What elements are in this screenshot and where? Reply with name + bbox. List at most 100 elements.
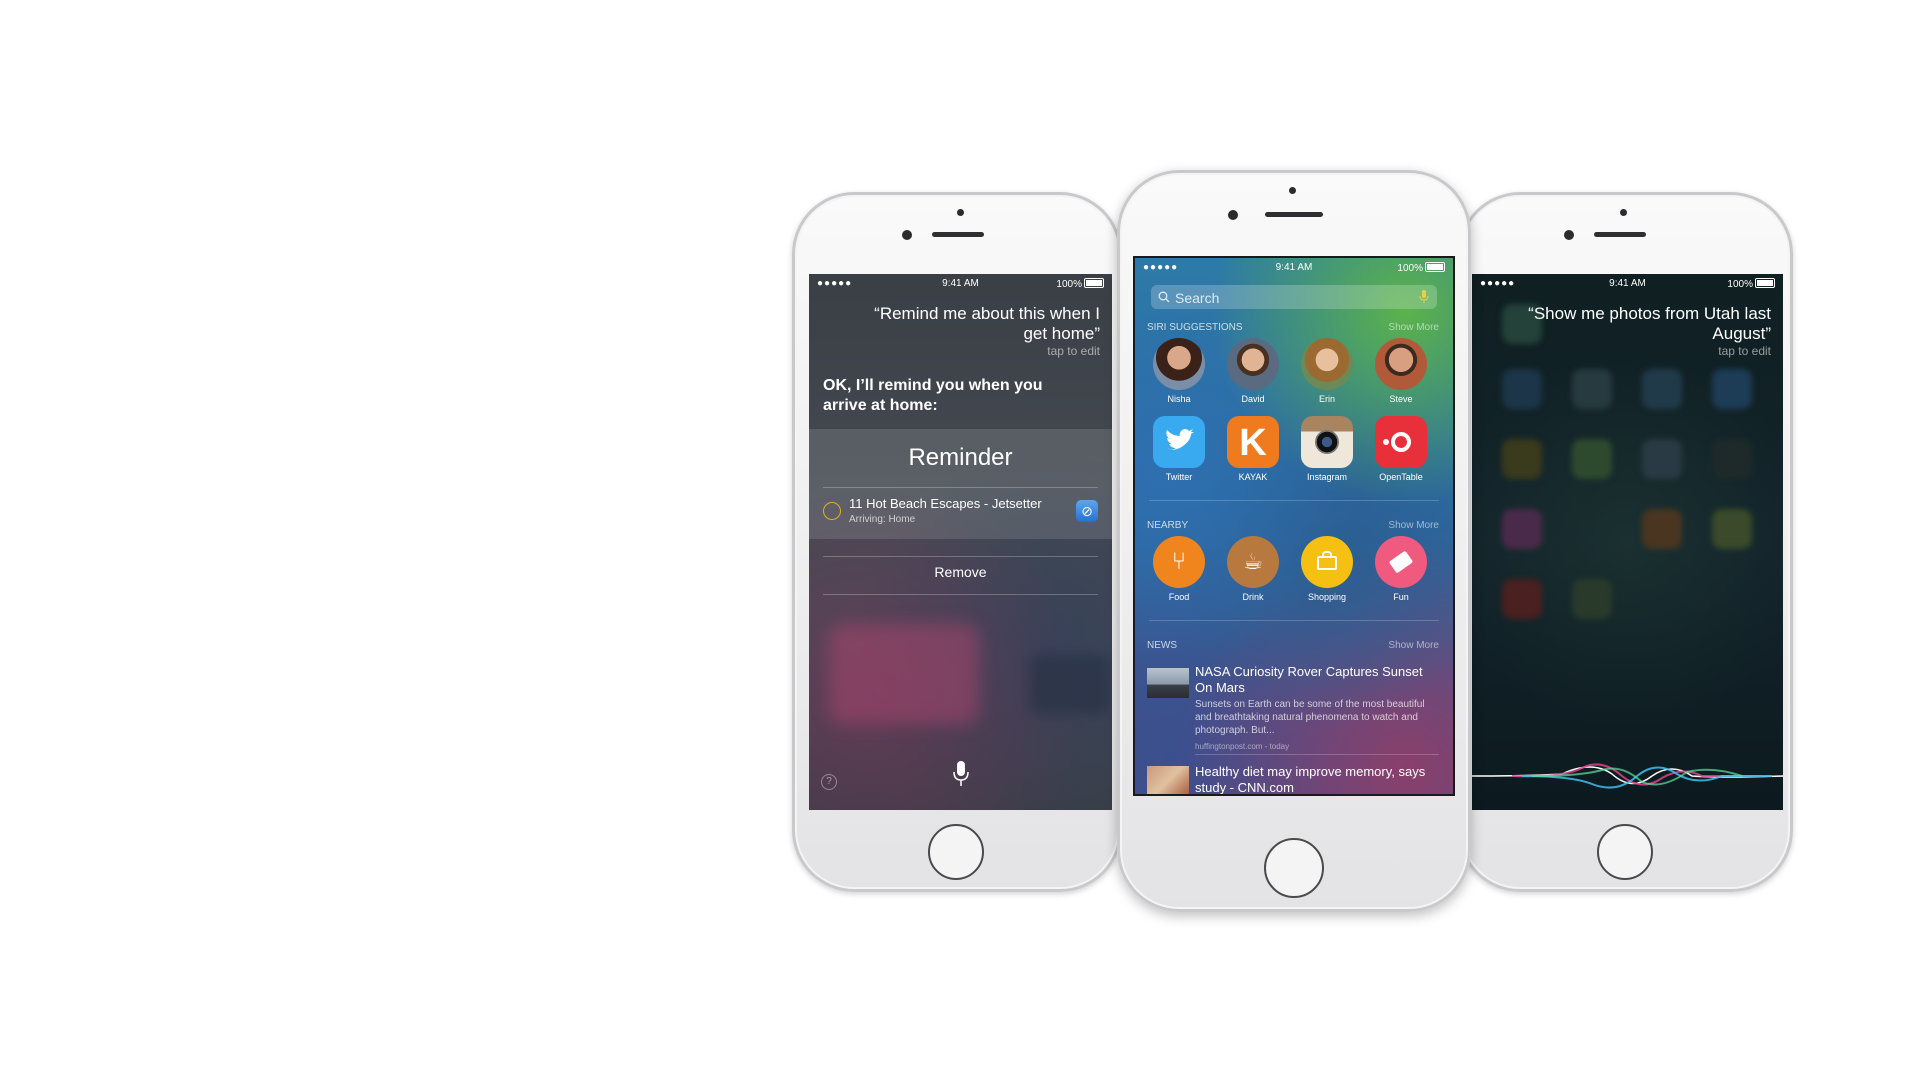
home-button[interactable] xyxy=(928,824,984,880)
news-header: NEWS xyxy=(1147,640,1177,651)
proximity-sensor-icon xyxy=(1289,187,1296,194)
blurred-app-icon xyxy=(1642,439,1682,479)
earpiece-speaker xyxy=(1594,232,1646,237)
earpiece-speaker xyxy=(932,232,984,237)
app-label: KAYAK xyxy=(1238,472,1268,482)
battery-icon xyxy=(1084,278,1104,288)
status-bar: ●●●●● 9:41 AM 100% xyxy=(809,274,1112,294)
app-label: OpenTable xyxy=(1379,472,1423,482)
app-label: Instagram xyxy=(1306,472,1348,482)
search-icon xyxy=(1158,291,1170,303)
contact-name: Erin xyxy=(1318,394,1335,404)
contact-name: David xyxy=(1241,394,1265,404)
proximity-sensor-icon xyxy=(957,209,964,216)
ticket-icon xyxy=(1375,536,1427,588)
siri-suggestions-header: SIRI SUGGESTIONS xyxy=(1147,322,1243,333)
instagram-icon xyxy=(1301,416,1353,468)
avatar xyxy=(1227,338,1279,390)
siri-photos-screen: ●●●●● 9:41 AM 100% “Show me photos from … xyxy=(1472,274,1783,810)
battery-indicator: 100% xyxy=(1397,262,1445,274)
show-more-link[interactable]: Show More xyxy=(1388,520,1439,531)
contact-name: Steve xyxy=(1389,394,1413,404)
safari-icon[interactable]: ⊘ xyxy=(1076,500,1098,522)
coffee-cup-icon: ☕ xyxy=(1227,536,1279,588)
home-button[interactable] xyxy=(1264,838,1324,898)
remove-button[interactable]: Remove xyxy=(809,564,1112,580)
news-source: huffingtonpost.com - today xyxy=(1195,742,1290,751)
twitter-icon xyxy=(1153,416,1205,468)
battery-icon xyxy=(1755,278,1775,288)
divider xyxy=(1149,620,1439,621)
reminder-card: Reminder 11 Hot Beach Escapes - Jetsette… xyxy=(809,429,1112,539)
reminder-checkbox[interactable] xyxy=(823,502,841,520)
blurred-app-icon xyxy=(1502,439,1542,479)
divider xyxy=(823,556,1098,557)
news-body: Sunsets on Earth can be some of the most… xyxy=(1195,699,1425,736)
nearby-label: Fun xyxy=(1393,592,1409,602)
blurred-app-icon xyxy=(1572,369,1612,409)
siri-query-text[interactable]: “Remind me about this when I get home” xyxy=(849,304,1100,344)
avatar xyxy=(1153,338,1205,390)
reminder-item[interactable]: 11 Hot Beach Escapes - Jetsetter Arrivin… xyxy=(823,494,1098,530)
status-bar: ●●●●● 9:41 AM 100% xyxy=(1472,274,1783,294)
search-input[interactable]: Search xyxy=(1151,285,1437,309)
reminder-title: 11 Hot Beach Escapes - Jetsetter xyxy=(849,496,1042,511)
spotlight-search-screen: ●●●●● 9:41 AM 100% Search SIRI SUGGESTIO… xyxy=(1133,256,1455,796)
blurred-app-icon xyxy=(1642,369,1682,409)
home-button[interactable] xyxy=(1597,824,1653,880)
blurred-app-icon xyxy=(1572,439,1612,479)
news-thumbnail xyxy=(1147,668,1189,698)
nearby-label: Shopping xyxy=(1307,592,1347,602)
search-placeholder: Search xyxy=(1175,290,1220,306)
nearby-label: Drink xyxy=(1242,592,1264,602)
blurred-app-icon xyxy=(1572,579,1612,619)
blurred-app-icon xyxy=(1712,439,1752,479)
front-camera-icon xyxy=(1228,210,1238,220)
iphone-left: ●●●●● 9:41 AM 100% “Remind me about this… xyxy=(792,192,1122,892)
help-button[interactable]: ? xyxy=(821,774,837,790)
shopping-bag-icon xyxy=(1301,536,1353,588)
reminder-card-title: Reminder xyxy=(908,444,1013,471)
blurred-background xyxy=(1029,654,1109,714)
blurred-app-icon xyxy=(1642,509,1682,549)
app-label: Twitter xyxy=(1165,472,1193,482)
blurred-background xyxy=(829,624,979,724)
microphone-icon[interactable] xyxy=(1419,290,1429,304)
kayak-icon: K xyxy=(1227,416,1279,468)
siri-reminder-screen: ●●●●● 9:41 AM 100% “Remind me about this… xyxy=(809,274,1112,810)
show-more-link[interactable]: Show More xyxy=(1388,640,1439,651)
microphone-icon[interactable] xyxy=(951,760,971,788)
divider xyxy=(1149,500,1439,501)
status-bar: ●●●●● 9:41 AM 100% xyxy=(1135,258,1453,278)
battery-indicator: 100% xyxy=(1727,278,1775,290)
tap-to-edit-link[interactable]: tap to edit xyxy=(1718,344,1771,358)
show-more-link[interactable]: Show More xyxy=(1388,322,1439,333)
food-icon: ⑂ xyxy=(1153,536,1205,588)
avatar xyxy=(1301,338,1353,390)
front-camera-icon xyxy=(902,230,912,240)
news-title: Healthy diet may improve memory, says st… xyxy=(1195,764,1426,795)
news-title: NASA Curiosity Rover Captures Sunset On … xyxy=(1195,664,1423,695)
siri-waveform xyxy=(1472,756,1783,796)
blurred-app-icon xyxy=(1502,579,1542,619)
news-thumbnail xyxy=(1147,766,1189,794)
front-camera-icon xyxy=(1564,230,1574,240)
tap-to-edit-link[interactable]: tap to edit xyxy=(1047,344,1100,358)
divider xyxy=(1195,754,1439,755)
opentable-icon xyxy=(1375,416,1427,468)
nearby-header: NEARBY xyxy=(1147,520,1189,531)
earpiece-speaker xyxy=(1265,212,1323,217)
battery-indicator: 100% xyxy=(1056,278,1104,290)
iphone-right: ●●●●● 9:41 AM 100% “Show me photos from … xyxy=(1458,192,1793,892)
siri-answer-text: OK, I’ll remind you when you arrive at h… xyxy=(823,377,1043,414)
blurred-app-icon xyxy=(1712,509,1752,549)
blurred-app-icon xyxy=(1712,369,1752,409)
battery-icon xyxy=(1425,262,1445,272)
blurred-app-icon xyxy=(1502,509,1542,549)
siri-query-text[interactable]: “Show me photos from Utah last August” xyxy=(1522,304,1771,344)
reminder-subtitle: Arriving: Home xyxy=(849,514,916,525)
avatar xyxy=(1375,338,1427,390)
divider xyxy=(823,487,1098,488)
blurred-app-icon xyxy=(1502,369,1542,409)
divider xyxy=(823,594,1098,595)
